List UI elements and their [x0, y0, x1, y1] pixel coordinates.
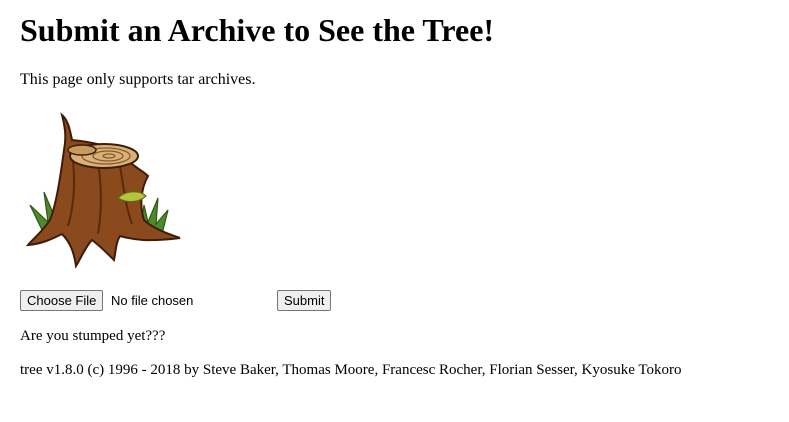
page: Submit an Archive to See the Tree! This …: [0, 0, 789, 422]
submit-button[interactable]: Submit: [277, 290, 332, 311]
stumped-question: Are you stumped yet???: [20, 328, 166, 344]
page-title: Submit an Archive to See the Tree!: [20, 12, 495, 48]
tree-stump-icon: [22, 110, 186, 270]
choose-file-button[interactable]: Choose File: [20, 290, 104, 311]
file-status-text: No file chosen: [111, 293, 194, 308]
supported-format-note: This page only supports tar archives.: [20, 71, 256, 88]
version-credit: tree v1.8.0 (c) 1996 - 2018 by Steve Bak…: [20, 362, 682, 378]
upload-form: Choose File No file chosen Submit: [20, 290, 350, 312]
